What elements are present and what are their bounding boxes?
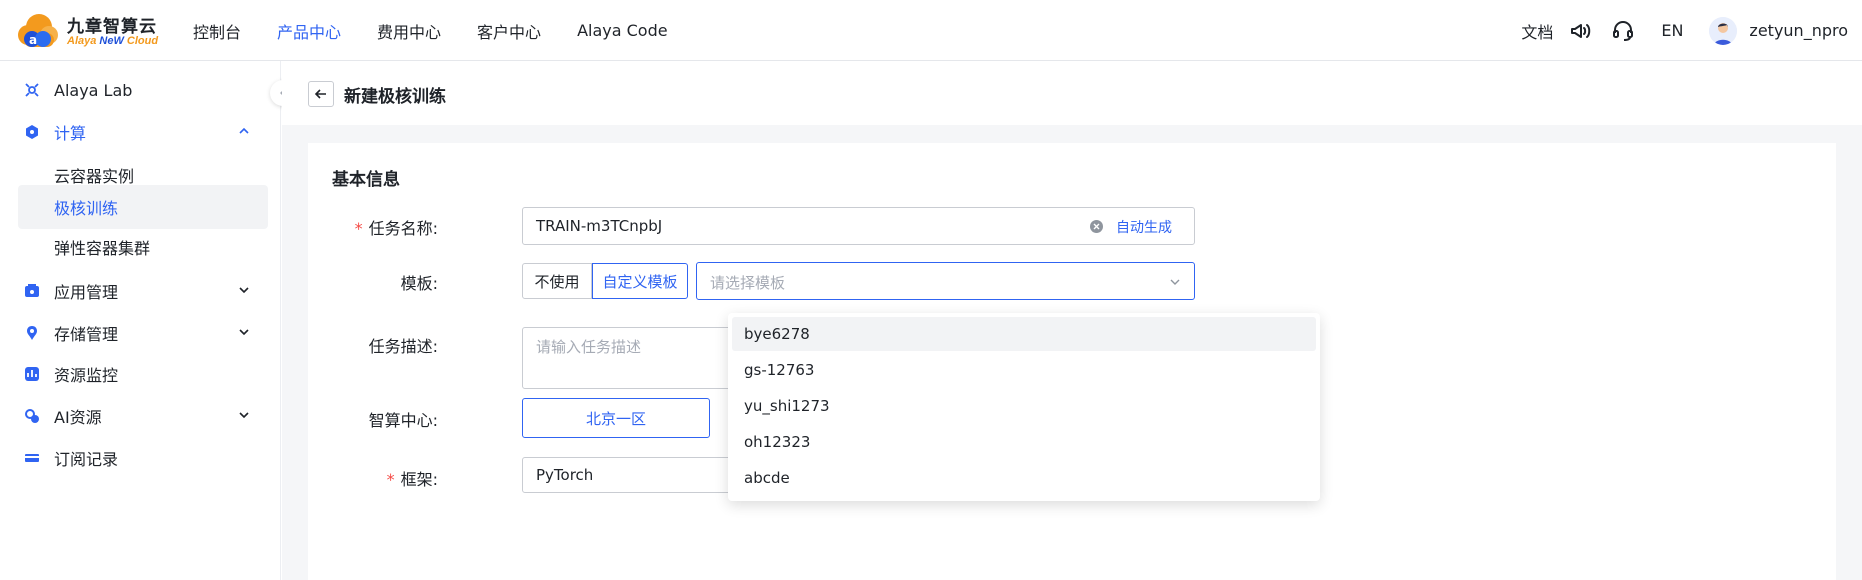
ai-icon xyxy=(25,409,39,423)
user-avatar-icon xyxy=(1709,16,1738,45)
dropdown-option[interactable]: gs-12763 xyxy=(732,353,1316,387)
language-switch[interactable]: EN xyxy=(1661,21,1683,40)
sidebar-item-compute[interactable]: 计算 xyxy=(18,111,268,153)
back-button[interactable] xyxy=(308,81,334,107)
monitor-icon xyxy=(25,367,39,381)
dropdown-option[interactable]: abcde xyxy=(732,461,1316,495)
lab-icon xyxy=(25,83,39,97)
sidebar-item-monitoring[interactable]: 资源监控 xyxy=(18,353,268,395)
description-label: 任务描述: xyxy=(368,337,438,356)
storage-icon xyxy=(27,326,37,340)
headset-icon[interactable] xyxy=(1611,19,1635,43)
brand-logo[interactable]: a 九章智算云 Alaya NeW Cloud xyxy=(14,11,174,51)
app-icon xyxy=(25,284,39,297)
chevron-up-icon xyxy=(239,127,249,134)
template-select-placeholder: 请选择模板 xyxy=(710,274,786,292)
center-option-beijing-1[interactable]: 北京一区 xyxy=(522,398,710,438)
nav-item-products[interactable]: 产品中心 xyxy=(277,19,341,43)
chevron-down-icon xyxy=(1170,279,1180,285)
nav-item-console[interactable]: 控制台 xyxy=(193,19,241,43)
framework-value: PyTorch xyxy=(536,466,594,484)
section-title: 基本信息 xyxy=(332,170,400,190)
task-name-value: TRAIN-m3TCnpbJ xyxy=(536,217,663,235)
chevron-down-icon xyxy=(239,287,249,294)
template-option-none[interactable]: 不使用 xyxy=(522,263,592,299)
dropdown-option[interactable]: bye6278 xyxy=(732,317,1316,351)
sidebar-item-label: 存储管理 xyxy=(54,325,119,344)
sidebar-item-alaya-lab[interactable]: Alaya Lab xyxy=(18,69,268,111)
auto-generate-button[interactable]: 自动生成 xyxy=(1116,217,1172,237)
sidebar-item-label: AI资源 xyxy=(54,408,102,427)
sidebar-item-label: Alaya Lab xyxy=(54,80,133,100)
compute-center-label: 智算中心: xyxy=(368,411,438,430)
sidebar-item-app-management[interactable]: 应用管理 xyxy=(18,270,268,312)
cloud-logo-icon: a xyxy=(18,14,58,47)
nav-item-customer[interactable]: 客户中心 xyxy=(477,19,541,43)
sidebar-item-training[interactable]: 极核训练 xyxy=(18,185,268,229)
sidebar-item-label: 资源监控 xyxy=(54,366,119,385)
template-select[interactable]: 请选择模板 xyxy=(696,262,1195,300)
description-placeholder: 请输入任务描述 xyxy=(536,338,642,356)
dropdown-option[interactable]: yu_shi1273 xyxy=(732,389,1316,423)
sidebar-item-storage[interactable]: 存储管理 xyxy=(18,312,268,354)
sidebar-item-subscriptions[interactable]: 订阅记录 xyxy=(18,437,268,479)
avatar[interactable] xyxy=(1709,16,1738,45)
nav-item-billing[interactable]: 费用中心 xyxy=(377,19,441,43)
compute-icon xyxy=(26,125,38,139)
sidebar: Alaya Lab 计算 云容器实例 极核训练 弹性容器集群 应用管理 存储管理… xyxy=(0,61,281,580)
svg-text:a: a xyxy=(29,33,37,47)
task-name-label: * 任务名称: xyxy=(354,219,438,238)
main-nav: 控制台 产品中心 费用中心 客户中心 Alaya Code xyxy=(193,0,704,61)
page-header: 新建极核训练 xyxy=(282,61,1862,125)
chevron-down-icon xyxy=(239,412,249,419)
sidebar-item-label: 订阅记录 xyxy=(54,450,119,469)
docs-link[interactable]: 文档 xyxy=(1521,19,1553,43)
subscription-icon xyxy=(25,454,39,462)
username[interactable]: zetyun_npro xyxy=(1749,21,1848,40)
nav-item-alaya-code[interactable]: Alaya Code xyxy=(577,21,668,40)
framework-label: * 框架: xyxy=(386,470,438,489)
template-label: 模板: xyxy=(400,274,438,293)
chevron-down-icon xyxy=(239,329,249,336)
template-option-custom[interactable]: 自定义模板 xyxy=(592,263,688,299)
megaphone-icon[interactable] xyxy=(1569,19,1593,43)
arrow-left-icon xyxy=(314,89,326,99)
sidebar-item-ai-resources[interactable]: AI资源 xyxy=(18,395,268,437)
sidebar-item-label: 计算 xyxy=(54,124,87,143)
sidebar-item-label: 应用管理 xyxy=(54,283,119,302)
brand-subtitle: Alaya NeW Cloud xyxy=(67,35,159,47)
top-navbar: a 九章智算云 Alaya NeW Cloud 控制台 产品中心 费用中心 客户… xyxy=(0,0,1862,61)
template-dropdown: bye6278 gs-12763 yu_shi1273 oh12323 abcd… xyxy=(728,313,1320,501)
task-name-input[interactable]: TRAIN-m3TCnpbJ 自动生成 xyxy=(522,207,1195,245)
dropdown-option[interactable]: oh12323 xyxy=(732,425,1316,459)
top-right-actions: 文档 EN zetyun_npro xyxy=(1521,0,1848,61)
sidebar-item-elastic-cluster[interactable]: 弹性容器集群 xyxy=(18,225,268,269)
page-title: 新建极核训练 xyxy=(344,87,446,107)
brand-title: 九章智算云 xyxy=(67,17,157,37)
clear-icon[interactable] xyxy=(1089,219,1104,234)
